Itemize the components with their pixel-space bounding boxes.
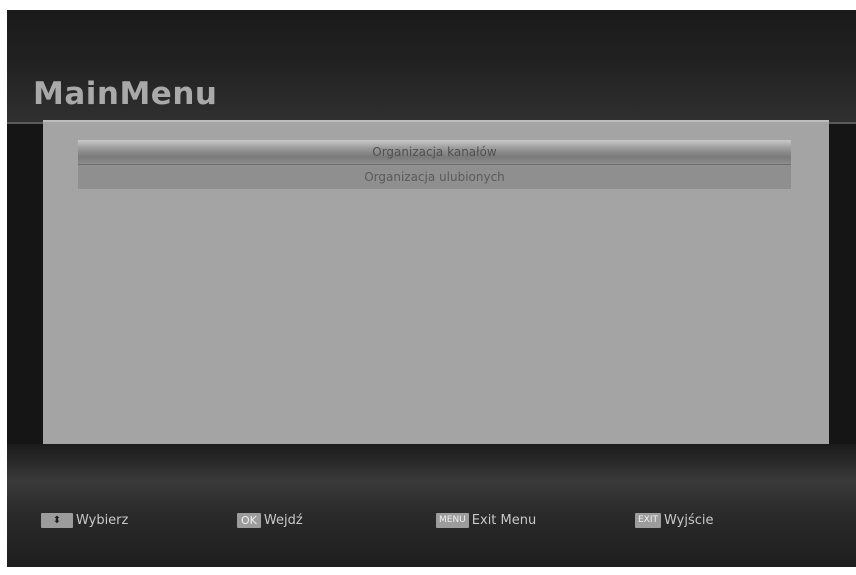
help-ok-label: Wejdź [263,512,303,528]
menu-item-favorites-organization[interactable]: Organizacja ulubionych [78,165,791,189]
help-menu-label: Exit Menu [471,512,537,528]
help-exit: EXIT Wyjście [635,508,713,532]
menu-list: Organizacja kanałów Organizacja ulubiony… [78,140,791,189]
help-select: ⬍ Wybierz [41,508,128,532]
menu-key-badge: MENU [436,512,469,528]
header-bar: MainMenu [7,10,856,122]
main-menu-panel: Organizacja kanałów Organizacja ulubiony… [43,120,829,444]
footer-area [7,444,856,567]
menu-item-label: Organizacja ulubionych [364,170,505,184]
help-menu: MENU Exit Menu [436,508,536,532]
left-border [7,124,43,444]
right-border [828,124,856,444]
tv-screen: MainMenu Organizacja kanałów Organizacja… [7,10,856,567]
menu-item-channel-organization[interactable]: Organizacja kanałów [78,140,791,165]
menu-item-label: Organizacja kanałów [372,145,497,159]
exit-key-badge: EXIT [635,512,662,528]
help-select-label: Wybierz [76,512,129,528]
ok-key-badge: OK [237,512,261,528]
help-exit-label: Wyjście [664,512,714,528]
up-down-arrow-icon: ⬍ [41,512,73,528]
page-title: MainMenu [33,76,218,112]
help-bar: ⬍ Wybierz OK Wejdź MENU Exit Menu EXIT W… [7,508,856,532]
help-ok: OK Wejdź [237,508,303,532]
